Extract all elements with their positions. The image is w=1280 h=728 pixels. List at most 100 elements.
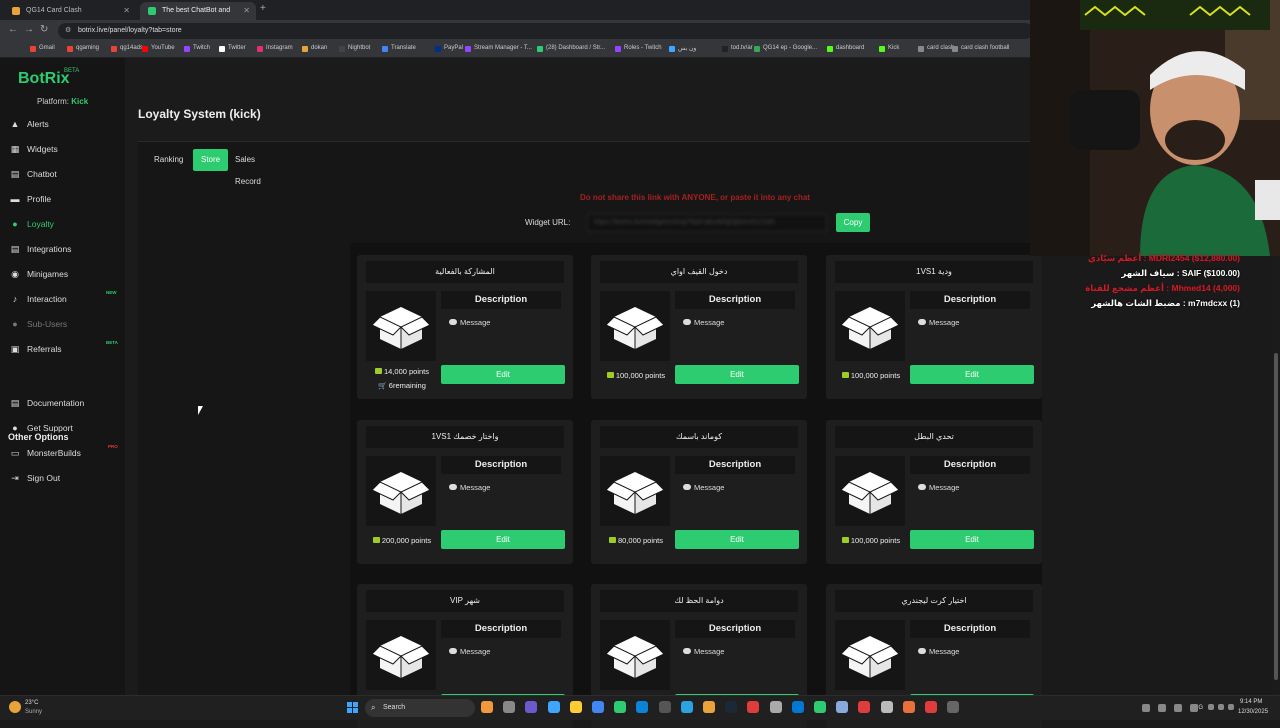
file-manager-icon[interactable] <box>569 701 582 713</box>
bookmark-item[interactable]: Gmail <box>30 45 55 52</box>
scrollbar-thumb[interactable] <box>1274 353 1278 680</box>
bookmark-item[interactable]: tod.tv/ar <box>722 45 753 52</box>
weather-condition[interactable]: Sunny <box>25 709 42 715</box>
tab-ranking[interactable]: Ranking <box>146 149 191 171</box>
bookmark-item[interactable]: card clash <box>918 45 954 52</box>
bookmark-item[interactable]: ون بس <box>669 45 696 52</box>
app-icon[interactable] <box>791 701 804 713</box>
app-icon[interactable] <box>836 701 849 713</box>
edit-button[interactable]: Edit <box>910 530 1034 549</box>
bookmark-item[interactable]: dashboard <box>827 45 864 52</box>
store-item-card: المشاركة بالفعالية Description Message 14,0… <box>357 255 573 399</box>
bookmark-item[interactable]: qgaming <box>67 45 99 52</box>
file-explorer-icon[interactable] <box>503 701 516 713</box>
clock-date[interactable]: 12/30/2025 <box>1238 709 1268 715</box>
bookmark-item[interactable]: Twitch <box>184 45 210 52</box>
app-icon[interactable] <box>747 701 760 713</box>
bookmark-item[interactable]: Instagram <box>257 45 293 52</box>
app-icon[interactable] <box>925 701 937 713</box>
app-icon[interactable] <box>880 701 893 713</box>
store-item-description: Description <box>441 291 561 309</box>
terminal-icon[interactable] <box>658 701 671 713</box>
speaker-icon[interactable] <box>1218 704 1224 710</box>
sidebar-item-monsterbuilds[interactable]: ▭ MonsterBuilds <box>10 448 81 458</box>
site-info-icon[interactable]: ⚙ <box>65 23 71 39</box>
telegram-icon[interactable] <box>680 701 693 713</box>
sidebar-item-sub-users[interactable]: ● Sub-Users <box>10 319 67 329</box>
network-icon[interactable] <box>1158 704 1166 712</box>
bookmark-item[interactable]: Stream Manager - T... <box>465 45 532 52</box>
back-icon[interactable]: ← <box>8 24 18 35</box>
browser-tab[interactable]: QG14 Card Clash ✕ <box>4 2 136 20</box>
tab-store[interactable]: Store <box>193 149 229 171</box>
tray-chevron-icon[interactable] <box>1142 704 1150 712</box>
bookmark-item[interactable]: QG14 ep - Google... <box>754 45 817 52</box>
sidebar-item-alerts[interactable]: ▲ Alerts <box>10 119 49 129</box>
app-icon[interactable] <box>858 701 871 713</box>
bookmark-item[interactable]: YouTube <box>142 45 175 52</box>
xbox-icon[interactable] <box>814 701 826 713</box>
bookmark-item[interactable]: Nightbot <box>339 45 370 52</box>
botrix-logo[interactable]: BotRix <box>18 70 70 88</box>
sidebar-item-documentation[interactable]: ▤ Documentation <box>10 398 84 408</box>
bookmark-item[interactable]: Kick <box>879 45 899 52</box>
url-input[interactable]: ⚙ botrix.live/panel/loyalty?tab=store <box>58 23 1033 39</box>
edit-button[interactable]: Edit <box>675 530 799 549</box>
windows-start-icon[interactable] <box>347 702 358 713</box>
bookmark-item[interactable]: qg14ads <box>111 45 143 52</box>
steam-icon[interactable] <box>725 701 738 713</box>
taskview-icon[interactable] <box>481 701 493 713</box>
bookmark-item[interactable]: Translate <box>382 45 416 52</box>
weather-temperature[interactable]: 23°C <box>25 700 38 706</box>
bookmark-item[interactable]: Roles - Twitch <box>615 45 662 52</box>
bookmark-item[interactable]: card clash football <box>952 45 1009 52</box>
sidebar-item-get-support[interactable]: ● Get Support <box>10 423 73 433</box>
browser-tab-active[interactable]: The best ChatBot and Widgets✕ <box>140 2 256 32</box>
gamepad-icon: ◉ <box>11 269 19 279</box>
tab-sales-record[interactable]: Sales Record <box>227 149 269 186</box>
sidebar-item-integrations[interactable]: ▤ Integrations <box>10 244 72 254</box>
mic-icon[interactable] <box>1174 704 1182 712</box>
edit-button[interactable]: Edit <box>441 530 565 549</box>
app-icon[interactable] <box>703 701 715 713</box>
bookmark-item[interactable]: Twitter <box>219 45 246 52</box>
battery-icon[interactable] <box>1228 704 1234 710</box>
sidebar-item-minigames[interactable]: ◉ Minigames <box>10 269 68 279</box>
copilot-icon[interactable] <box>525 701 538 713</box>
volume-icon[interactable] <box>1190 704 1198 712</box>
sidebar-item-sign-out[interactable]: ⇥ Sign Out <box>10 473 60 483</box>
discord-icon[interactable] <box>547 701 560 713</box>
obs-icon[interactable] <box>614 701 627 713</box>
copy-button[interactable]: Copy <box>836 213 870 232</box>
widget-url-field[interactable]: https://botrix.live/widgets/shop?bid=abc… <box>587 214 827 232</box>
new-tab-icon[interactable]: + <box>260 3 266 14</box>
sidebar-item-widgets[interactable]: ▦ Widgets <box>10 144 58 154</box>
bookmark-item[interactable]: PayPal <box>435 45 463 52</box>
close-tab-icon[interactable]: ✕ <box>123 2 130 20</box>
sidebar-item-profile[interactable]: ▬ Profile <box>10 194 52 204</box>
store-item-title: كوماند باسمك <box>600 426 798 448</box>
weather-sun-icon[interactable] <box>9 701 21 713</box>
app-icon[interactable] <box>902 701 915 713</box>
close-tab-icon[interactable]: ✕ <box>243 2 250 20</box>
forward-icon[interactable]: → <box>24 24 34 35</box>
edit-button[interactable]: Edit <box>441 365 565 384</box>
sidebar-item-loyalty[interactable]: ● Loyalty <box>10 219 54 229</box>
edit-button[interactable]: Edit <box>675 365 799 384</box>
taskbar-search[interactable]: ⌕ Search <box>365 699 475 717</box>
sidebar-item-interaction[interactable]: ♪ Interaction <box>10 294 67 304</box>
app-icon[interactable] <box>769 701 782 713</box>
reload-icon[interactable]: ↻ <box>40 24 48 35</box>
bookmark-item[interactable]: (28) Dashboard / Str... <box>537 45 605 52</box>
wifi-icon[interactable] <box>1208 704 1214 710</box>
app-icon[interactable] <box>947 701 960 713</box>
sidebar-item-chatbot[interactable]: ▤ Chatbot <box>10 169 57 179</box>
bookmark-item[interactable]: dokan <box>302 45 327 52</box>
mouse-cursor <box>198 406 203 415</box>
bookmark-label: YouTube <box>151 45 175 51</box>
clock-time[interactable]: 9:14 PM <box>1240 699 1262 705</box>
edit-button[interactable]: Edit <box>910 365 1034 384</box>
chrome-icon[interactable] <box>592 701 604 713</box>
edge-icon[interactable] <box>636 701 649 713</box>
sidebar-item-referrals[interactable]: ▣ Referrals <box>10 344 62 354</box>
